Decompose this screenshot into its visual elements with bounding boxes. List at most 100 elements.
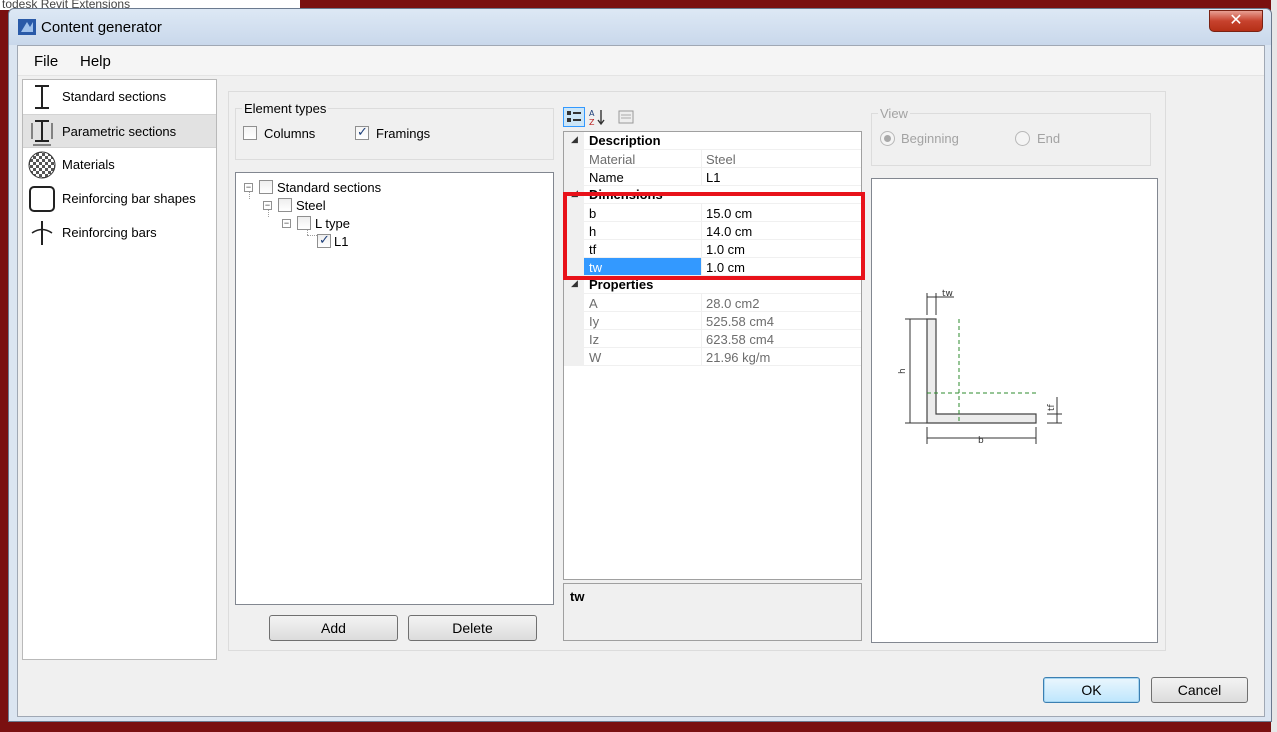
category-label: Description [589,133,661,148]
tw-label: tw [942,289,953,299]
categorized-view-button[interactable] [563,107,585,127]
checkmark-icon: ✓ [319,232,330,247]
i-beam-icon [35,85,49,109]
window-title: Content generator [41,19,162,36]
view-group: View Beginning End [871,106,1151,166]
row-margin [564,330,584,348]
categorized-icon [567,111,581,122]
h-label: h [898,368,908,374]
menu-file[interactable]: File [34,53,58,70]
framings-checkbox[interactable]: ✓ [355,124,369,140]
row-margin [564,150,584,168]
b-label: b [978,436,984,446]
row-margin [564,312,584,330]
view-title: View [878,106,910,121]
tree-checkbox[interactable] [278,198,292,212]
end-radio[interactable] [1015,131,1030,146]
property-name: Name [589,170,624,185]
dialog-client-area: File Help Standard sections Parametric s… [17,45,1265,717]
tree-checkbox[interactable]: ✓ [317,232,331,248]
main-panel: Element types Columns ✓ Framings − Stand… [228,91,1166,651]
column-separator [701,330,702,348]
add-button[interactable]: Add [269,615,398,641]
row-margin [564,348,584,366]
beginning-radio[interactable] [880,131,895,146]
property-name: W [589,350,602,365]
title-bar[interactable]: Content generator ✕ [9,9,1271,45]
sections-tree: − Standard sections − Steel − L type ✓ L… [235,172,554,605]
checker-material-icon [28,151,56,179]
tree-checkbox[interactable] [297,216,311,230]
property-description-pane: tw [563,583,862,641]
property-value[interactable]: L1 [706,170,720,185]
cancel-button[interactable]: Cancel [1151,677,1248,703]
framings-label: Framings [376,126,431,141]
radio-dot [884,135,891,142]
property-value: 21.96 kg/m [706,350,771,365]
property-value: 525.58 cm4 [706,314,774,329]
sidebar-item-label: Parametric sections [62,124,177,139]
property-name: A [589,296,598,311]
category-description[interactable]: ◢ Description [564,132,861,150]
column-separator [701,168,702,186]
collapse-icon[interactable]: − [244,183,253,192]
collapse-icon[interactable]: − [282,219,291,228]
alphabetical-sort-button[interactable]: A Z [587,107,609,127]
category-sidebar: Standard sections Parametric sections Ma… [22,79,217,660]
checkmark-icon: ✓ [357,124,368,139]
property-value: 28.0 cm2 [706,296,760,311]
description-title: tw [570,589,585,604]
tree-node-label: L1 [334,234,349,249]
columns-checkbox[interactable] [243,126,257,140]
collapse-icon[interactable]: − [263,201,272,210]
close-button[interactable]: ✕ [1209,10,1263,32]
tf-label: tf [1047,403,1057,411]
property-name: Iz [589,332,600,347]
sidebar-item-standard-sections[interactable]: Standard sections [23,80,216,114]
svg-text:A: A [589,109,595,118]
content-generator-window: Content generator ✕ File Help Standard s… [8,8,1272,722]
sidebar-item-reinforcing-bars[interactable]: Reinforcing bars [23,216,216,250]
column-separator [701,294,702,312]
sidebar-item-label: Materials [62,157,115,172]
row-margin [564,168,584,186]
property-row-material[interactable]: Material Steel [564,150,861,168]
sidebar-item-parametric-sections[interactable]: Parametric sections [23,114,216,148]
property-row-iz[interactable]: Iz 623.58 cm4 [564,330,861,348]
dimensions-highlight-box [563,192,865,280]
sidebar-item-label: Reinforcing bar shapes [62,191,196,206]
property-name: Material [589,152,636,167]
l-section-shape [926,318,1037,424]
end-label: End [1037,131,1061,146]
rebar-icon [31,221,53,245]
collapse-icon[interactable]: ◢ [571,134,578,145]
property-row-name[interactable]: Name L1 [564,168,861,186]
sidebar-item-label: Reinforcing bars [62,225,157,240]
delete-button[interactable]: Delete [408,615,537,641]
property-row-a[interactable]: A 28.0 cm2 [564,294,861,312]
tree-node-label: Standard sections [277,180,382,195]
property-row-iy[interactable]: Iy 525.58 cm4 [564,312,861,330]
rounded-square-icon [29,186,55,212]
column-separator [701,312,702,330]
tree-checkbox[interactable] [259,180,273,194]
columns-label: Columns [264,126,316,141]
property-pages-icon [618,110,634,124]
tree-node-label: Steel [296,198,326,213]
column-separator [701,150,702,168]
sidebar-item-materials[interactable]: Materials [23,148,216,182]
sort-az-icon: A Z [589,109,605,127]
beginning-label: Beginning [901,131,959,146]
property-name: Iy [589,314,600,329]
sidebar-item-reinforcing-bar-shapes[interactable]: Reinforcing bar shapes [23,182,216,216]
property-pages-button[interactable] [615,107,637,127]
element-types-title: Element types [242,101,329,116]
menu-help[interactable]: Help [80,53,111,70]
row-margin: ◢ [564,132,584,150]
property-row-w[interactable]: W 21.96 kg/m [564,348,861,366]
parametric-beam-icon [31,120,53,146]
ok-button[interactable]: OK [1043,677,1140,703]
svg-text:Z: Z [589,118,595,126]
property-grid-toolbar: A Z [563,107,634,129]
tree-node-label: L type [315,216,350,231]
